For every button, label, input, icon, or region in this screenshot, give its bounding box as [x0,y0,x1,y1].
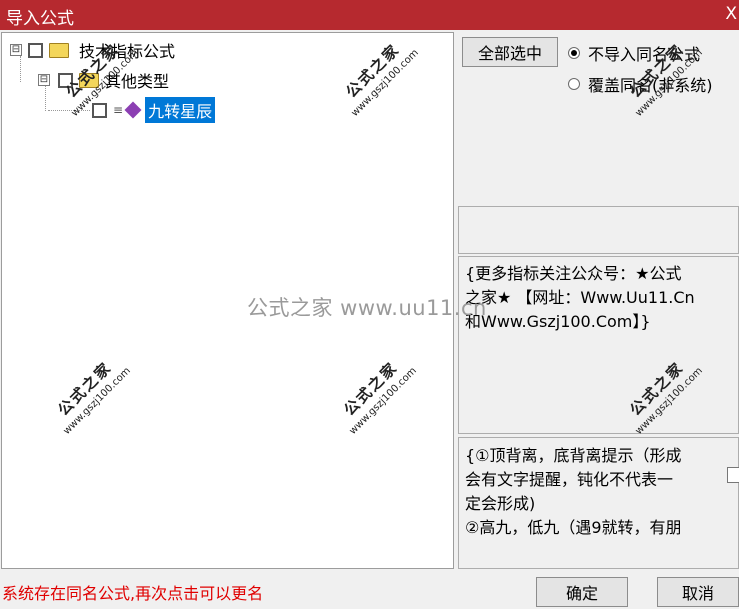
formula-gem-icon [124,101,142,119]
radio-overwrite[interactable]: 覆盖同名(非系统) [568,72,713,96]
radio-label: 覆盖同名(非系统) [588,76,713,95]
checkbox-icon[interactable] [58,72,73,88]
select-all-button[interactable]: 全部选中 [462,37,558,67]
tree-item-label[interactable]: 九转星辰 [145,97,216,123]
tree-item-group[interactable]: ⊟ 其他类型 [38,67,169,93]
tree-item-root[interactable]: ⊟ 技术指标公式 [10,37,175,63]
tree-expander-icon[interactable]: ⊟ [38,74,50,86]
info-line: {更多指标关注公众号：★公式 [465,264,682,283]
radio-icon[interactable] [568,78,580,90]
formula-description-text[interactable]: {①顶背离，底背离提示（形成 会有文字提醒，钝化不代表一 定会形成) ②高九，低… [458,437,739,569]
scroll-handle[interactable] [727,467,739,483]
ok-button[interactable]: 确定 [536,577,628,607]
checkbox-icon[interactable] [92,102,107,118]
info-line: 和Www.Gszj100.Com】} [465,312,651,331]
desc-line: {①顶背离，底背离提示（形成 [465,446,682,465]
watermark-text: 公式之家 www.uu11.cn [247,296,487,320]
radio-label: 不导入同名公式 [588,45,701,64]
desc-line: 定会形成) [465,494,536,513]
status-message: 系统存在同名公式,再次点击可以更名 [2,584,264,603]
info-line: 之家★ 【网址：Www.Uu11.Cn [465,288,695,307]
tree-item-label: 其他类型 [105,72,170,91]
folder-icon [49,42,69,58]
folder-icon [79,72,99,88]
title-bar: 导入公式 X [0,0,739,30]
formula-name-field[interactable] [458,206,739,254]
tree-expander-icon[interactable]: ⊟ [10,44,22,56]
tree-item-formula[interactable]: ≡ 九转星辰 [92,97,216,123]
radio-no-import[interactable]: 不导入同名公式 [568,41,700,65]
desc-line: ②高九，低九（遇9就转，有朋 [465,518,682,537]
window-title: 导入公式 [6,9,74,29]
cancel-button[interactable]: 取消 [657,577,739,607]
radio-icon[interactable] [568,47,580,59]
tree-item-label: 技术指标公式 [79,42,176,61]
close-icon[interactable]: X [725,4,737,24]
tree-connector [48,110,90,111]
desc-line: 会有文字提醒，钝化不代表一 [465,470,674,489]
link-icon: ≡ [113,103,124,117]
checkbox-icon[interactable] [28,42,43,58]
formula-info-text: {更多指标关注公众号：★公式 之家★ 【网址：Www.Uu11.Cn 和Www.… [458,256,739,434]
